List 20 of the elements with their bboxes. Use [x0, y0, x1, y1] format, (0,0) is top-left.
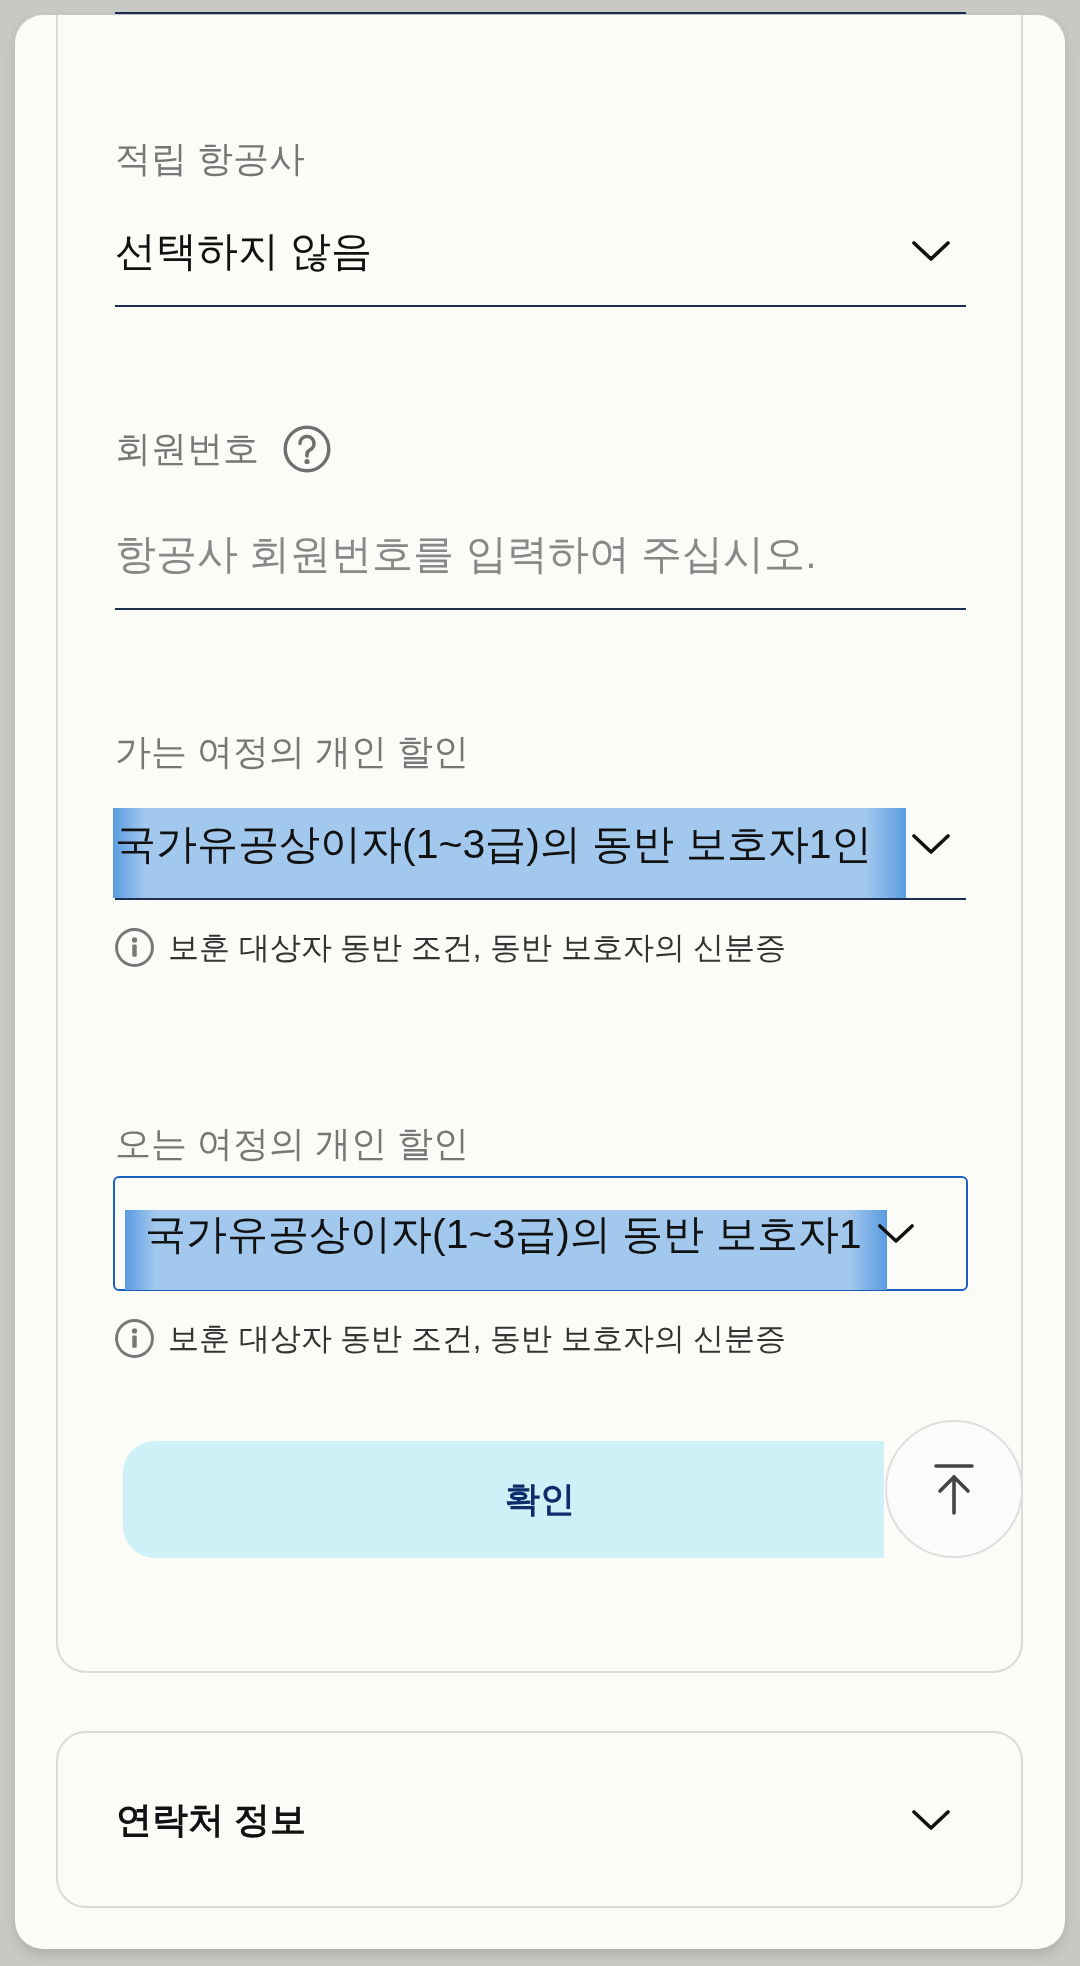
- chevron-down-icon[interactable]: [912, 1809, 950, 1830]
- field-note: 보훈 대상자 동반 조건, 동반 보호자의 신분증: [168, 1320, 787, 1358]
- field-note: 보훈 대상자 동반 조건, 동반 보호자의 신분증: [168, 929, 787, 967]
- field-label: 적립 항공사: [115, 138, 305, 180]
- field-label: 오는 여정의 개인 할인: [115, 1123, 469, 1165]
- chevron-down-icon[interactable]: [912, 241, 950, 261]
- confirm-button[interactable]: 확인: [123, 1441, 884, 1558]
- input-field[interactable]: 항공사 회원번호를 입력하여 주십시오.: [115, 514, 966, 610]
- chevron-down-icon[interactable]: [878, 1224, 914, 1243]
- field-label: 회원번호: [115, 428, 259, 470]
- chevron-down-icon[interactable]: [912, 834, 950, 854]
- field-label: 가는 여정의 개인 할인: [115, 731, 469, 773]
- selected-value: 선택하지 않음: [115, 227, 373, 275]
- info-icon: [115, 1319, 154, 1358]
- info-icon: [115, 928, 154, 967]
- accordion-header[interactable]: 연락처 정보: [56, 1731, 1023, 1908]
- selected-value: 국가유공상이자(1~3급)의 동반 보호자1: [125, 1209, 888, 1290]
- dropdown[interactable]: 국가유공상이자(1~3급)의 동반 보호자1: [113, 1176, 968, 1291]
- help-icon[interactable]: [283, 425, 331, 473]
- dropdown[interactable]: 선택하지 않음: [115, 211, 966, 307]
